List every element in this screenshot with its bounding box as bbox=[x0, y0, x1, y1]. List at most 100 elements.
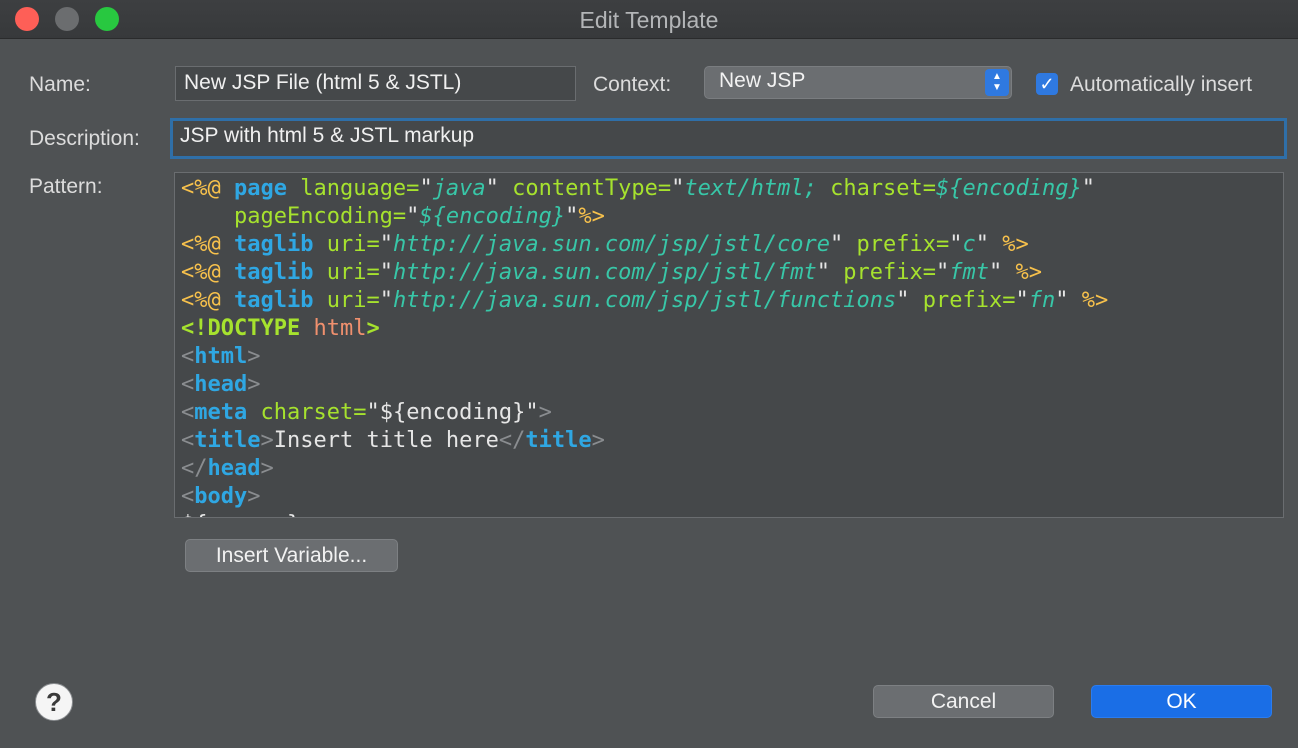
code-token: "${encoding}" bbox=[366, 400, 539, 425]
code-token: %> bbox=[1002, 232, 1029, 257]
code-token: " bbox=[816, 260, 844, 285]
code-token: c bbox=[962, 232, 976, 257]
checkmark-icon: ✓ bbox=[1039, 74, 1055, 94]
code-token: " bbox=[989, 260, 1016, 285]
code-line: <!DOCTYPE html> bbox=[181, 315, 1277, 343]
code-line: <html> bbox=[181, 343, 1277, 371]
code-token: <%@ bbox=[181, 288, 234, 313]
code-line: <%@ taglib uri="http://java.sun.com/jsp/… bbox=[181, 259, 1277, 287]
code-token: meta bbox=[194, 400, 261, 425]
code-token: " bbox=[485, 176, 513, 201]
context-select[interactable]: New JSP ▲ ▼ bbox=[704, 66, 1012, 99]
code-token: > bbox=[260, 456, 274, 481]
code-token: " bbox=[406, 204, 420, 229]
code-token: %> bbox=[1081, 288, 1109, 313]
title-bar: Edit Template bbox=[0, 0, 1298, 39]
code-token: head bbox=[207, 456, 261, 481]
code-token: uri= bbox=[326, 260, 380, 285]
code-line: pageEncoding="${encoding}"%> bbox=[181, 203, 1277, 231]
code-token: charset= bbox=[830, 176, 937, 201]
code-token: > bbox=[247, 344, 261, 369]
code-token: " bbox=[419, 176, 433, 201]
description-field[interactable]: JSP with html 5 & JSTL markup bbox=[170, 118, 1287, 159]
code-token: " bbox=[1081, 176, 1095, 201]
code-token: fmt bbox=[949, 260, 989, 285]
code-token: html bbox=[194, 344, 248, 369]
code-token: </ bbox=[498, 428, 526, 453]
code-token: language= bbox=[300, 176, 420, 201]
code-token: ${cursor} bbox=[181, 512, 300, 517]
code-token: " bbox=[1015, 288, 1029, 313]
chevron-updown-icon: ▲ ▼ bbox=[985, 69, 1009, 96]
code-token: " bbox=[1055, 288, 1082, 313]
code-token: text/html; bbox=[684, 176, 831, 201]
code-token: " bbox=[975, 232, 1003, 257]
name-field[interactable]: New JSP File (html 5 & JSTL) bbox=[175, 66, 576, 101]
code-token: < bbox=[181, 344, 195, 369]
code-token: > bbox=[247, 372, 261, 397]
code-line: </head> bbox=[181, 455, 1277, 483]
code-line: <body> bbox=[181, 483, 1277, 511]
code-token: prefix= bbox=[922, 288, 1016, 313]
code-token: > bbox=[538, 400, 552, 425]
code-token: > bbox=[591, 428, 605, 453]
code-token: " bbox=[830, 232, 857, 257]
code-token: http://java.sun.com/jsp/jstl/functions bbox=[392, 288, 897, 313]
code-token: > bbox=[247, 484, 261, 509]
code-token: body bbox=[194, 484, 248, 509]
code-line: <%@ page language="java" contentType="te… bbox=[181, 175, 1277, 203]
insert-variable-button[interactable]: Insert Variable... bbox=[185, 539, 398, 572]
code-token: > bbox=[366, 316, 380, 341]
pattern-editor[interactable]: <%@ page language="java" contentType="te… bbox=[174, 172, 1284, 518]
code-token: head bbox=[194, 372, 248, 397]
code-token: taglib bbox=[233, 288, 327, 313]
code-token: " bbox=[896, 288, 923, 313]
code-token: " bbox=[379, 260, 393, 285]
context-label: Context: bbox=[593, 73, 672, 96]
code-token: prefix= bbox=[843, 260, 936, 285]
code-token: " bbox=[379, 288, 393, 313]
code-token: charset= bbox=[260, 400, 367, 425]
context-select-value: New JSP bbox=[719, 69, 806, 92]
code-line: <%@ taglib uri="http://java.sun.com/jsp/… bbox=[181, 231, 1277, 259]
code-token: taglib bbox=[233, 260, 327, 285]
code-token: <%@ bbox=[181, 176, 234, 201]
code-token: <%@ bbox=[181, 260, 234, 285]
code-token: < bbox=[181, 372, 195, 397]
auto-insert-label: Automatically insert bbox=[1070, 73, 1253, 96]
window-title: Edit Template bbox=[579, 7, 719, 33]
code-token: ${encoding} bbox=[419, 204, 566, 229]
code-token: <%@ bbox=[181, 232, 234, 257]
auto-insert-checkbox[interactable]: ✓ bbox=[1036, 73, 1058, 95]
code-token: " bbox=[936, 260, 950, 285]
code-token: uri= bbox=[326, 288, 380, 313]
code-token: < bbox=[181, 484, 195, 509]
pattern-label: Pattern: bbox=[29, 175, 103, 198]
code-token: java bbox=[432, 176, 486, 201]
code-token: title bbox=[194, 428, 261, 453]
description-label: Description: bbox=[29, 127, 140, 150]
help-icon[interactable]: ? bbox=[35, 683, 73, 721]
code-token: <!DOCTYPE bbox=[181, 316, 314, 341]
code-line: <title>Insert title here</title> bbox=[181, 427, 1277, 455]
code-token: taglib bbox=[233, 232, 327, 257]
code-token: Insert title here bbox=[273, 428, 499, 453]
code-line: <%@ taglib uri="http://java.sun.com/jsp/… bbox=[181, 287, 1277, 315]
ok-button[interactable]: OK bbox=[1091, 685, 1272, 718]
code-token: uri= bbox=[326, 232, 380, 257]
code-token: < bbox=[181, 428, 195, 453]
code-token: http://java.sun.com/jsp/jstl/core bbox=[392, 232, 831, 257]
code-line: <head> bbox=[181, 371, 1277, 399]
code-token: " bbox=[949, 232, 963, 257]
code-token: html bbox=[313, 316, 367, 341]
code-token: title bbox=[525, 428, 592, 453]
code-token: %> bbox=[1015, 260, 1043, 285]
code-token: page bbox=[233, 176, 301, 201]
code-token: </ bbox=[181, 456, 208, 481]
cancel-button[interactable]: Cancel bbox=[873, 685, 1054, 718]
code-token: > bbox=[260, 428, 274, 453]
code-token: fn bbox=[1028, 288, 1056, 313]
name-label: Name: bbox=[29, 73, 91, 96]
code-token: prefix= bbox=[856, 232, 950, 257]
